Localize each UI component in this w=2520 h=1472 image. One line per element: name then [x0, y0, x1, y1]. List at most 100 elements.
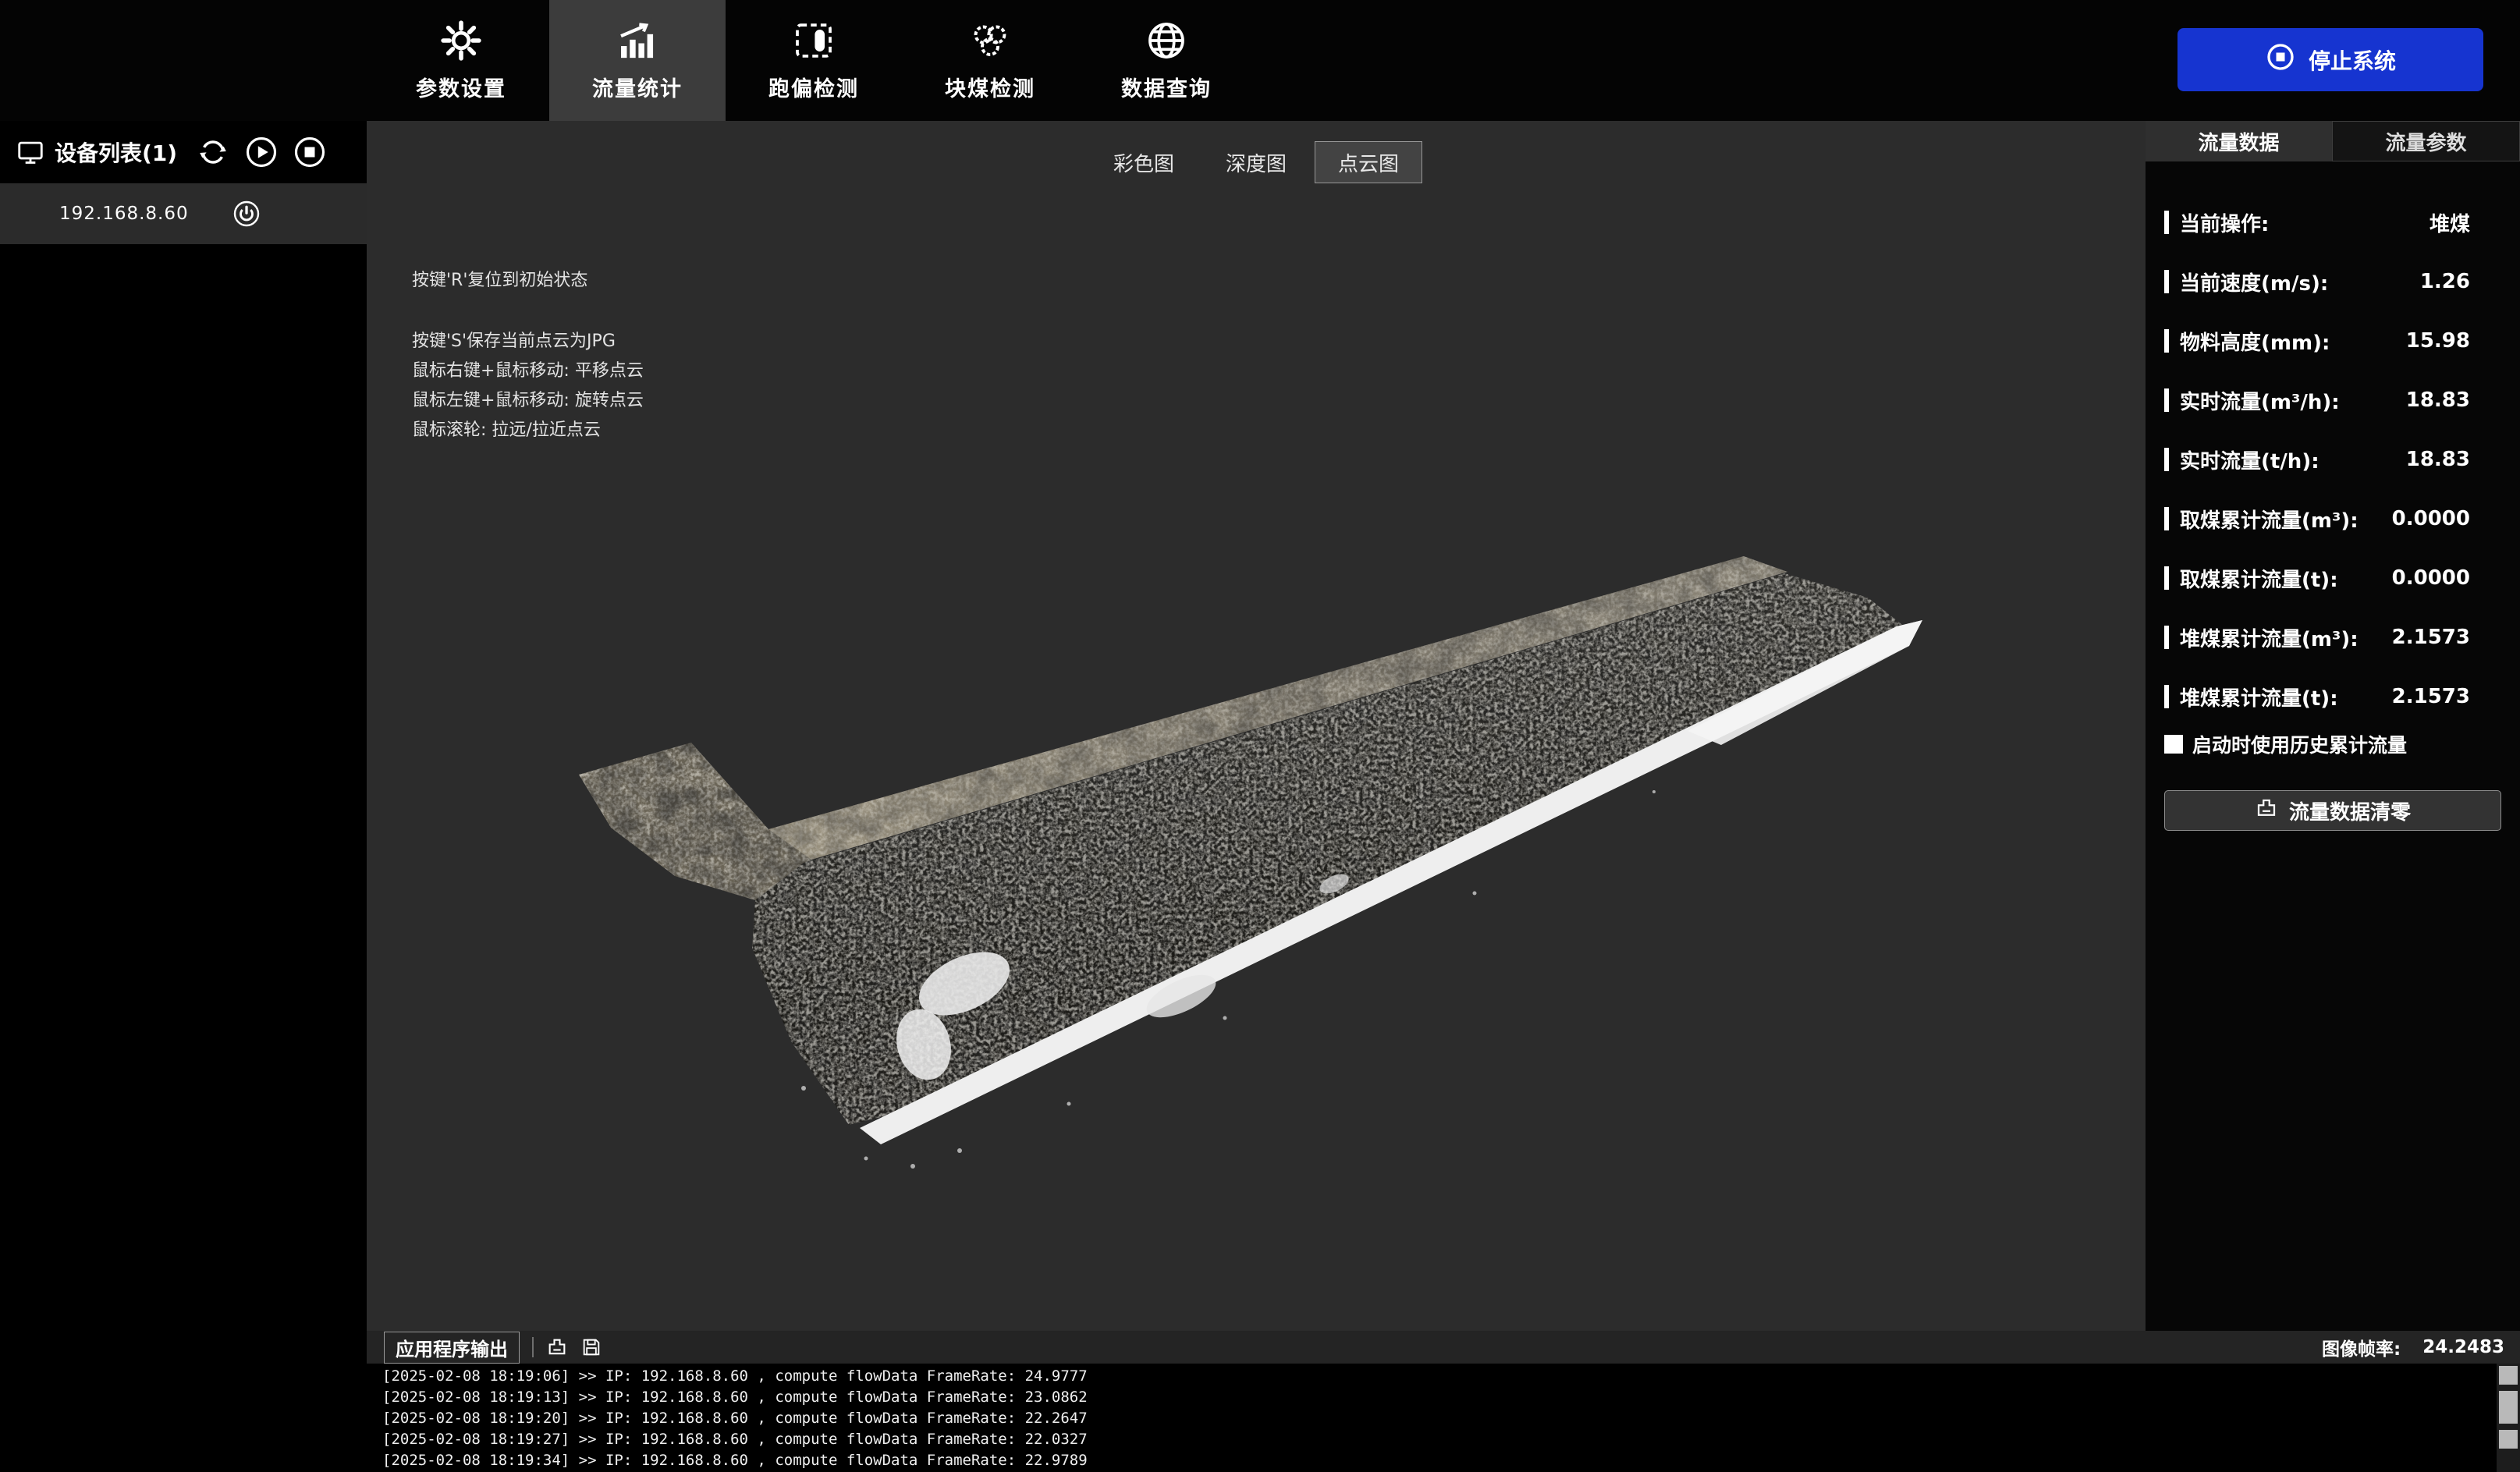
row-accent-bar — [2164, 507, 2169, 530]
stop-circle-icon — [2265, 41, 2296, 78]
scroll-down-button[interactable] — [2499, 1430, 2518, 1449]
row-accent-bar — [2164, 388, 2169, 412]
device-row[interactable]: 192.168.8.60 — [0, 183, 367, 244]
clear-flow-data-button[interactable]: 流量数据清零 — [2164, 790, 2501, 831]
flow-stat-value: 堆煤 — [2429, 208, 2470, 237]
flow-stat-label: 取煤累计流量(t): — [2180, 564, 2338, 593]
flow-stat-value: 18.83 — [2406, 388, 2470, 412]
coal-lumps-icon — [968, 19, 1012, 62]
instruction-line: 鼠标左键+鼠标移动: 旋转点云 — [412, 386, 644, 416]
row-accent-bar — [2164, 685, 2169, 708]
flow-panel: 流量数据 流量参数 当前操作: 堆煤 当前速度(m/s): 1.26 物料高度(… — [2146, 121, 2520, 1331]
row-accent-bar — [2164, 566, 2169, 590]
toolbar-item-parameter-settings[interactable]: 参数设置 — [373, 0, 549, 121]
row-accent-bar — [2164, 329, 2169, 353]
toolbar-item-label: 块煤检测 — [945, 72, 1035, 102]
flow-stat-label: 取煤累计流量(m³): — [2180, 505, 2359, 534]
start-device-icon[interactable] — [245, 136, 278, 168]
log-line: [2025-02-08 18:19:13] >> IP: 192.168.8.6… — [382, 1387, 2520, 1408]
flow-stat-value: 15.98 — [2406, 329, 2470, 353]
instruction-line: 鼠标滚轮: 拉远/拉近点云 — [412, 416, 644, 445]
tab-depth-map[interactable]: 深度图 — [1202, 141, 1310, 183]
log-line: [2025-02-08 18:19:34] >> IP: 192.168.8.6… — [382, 1450, 2520, 1471]
toolbar-item-label: 流量统计 — [592, 72, 683, 102]
flow-stat-row: 取煤累计流量(t): 0.0000 — [2146, 548, 2520, 608]
instruction-line: 按键'S'保存当前点云为JPG — [412, 327, 644, 356]
globe-icon — [1145, 19, 1188, 62]
stop-system-label: 停止系统 — [2309, 44, 2396, 76]
history-flow-checkbox-row[interactable]: 启动时使用历史累计流量 — [2146, 726, 2520, 762]
device-list-icon — [16, 137, 45, 167]
bar-chart-icon — [616, 19, 659, 62]
flow-panel-tabs: 流量数据 流量参数 — [2146, 121, 2520, 161]
flow-stat-row: 堆煤累计流量(m³): 2.1573 — [2146, 608, 2520, 667]
log-scrollbar[interactable] — [2497, 1364, 2520, 1472]
flow-stat-row: 当前速度(m/s): 1.26 — [2146, 252, 2520, 311]
app-output-toggle[interactable]: 应用程序输出 — [384, 1332, 520, 1364]
viewer-area: 彩色图 深度图 点云图 按键'R'复位到初始状态 按键'S'保存当前点云为JPG… — [367, 121, 2146, 1331]
toolbar-buttons: 参数设置 — [373, 0, 1255, 121]
belt-left-fringe — [579, 743, 811, 900]
clear-icon — [2255, 796, 2278, 825]
flow-stat-row: 取煤累计流量(m³): 0.0000 — [2146, 489, 2520, 548]
row-accent-bar — [2164, 270, 2169, 293]
frame-rate-label: 图像帧率: — [2322, 1334, 2401, 1360]
device-list-actions — [197, 136, 326, 168]
tab-flow-params[interactable]: 流量参数 — [2332, 121, 2520, 161]
scroll-up-button[interactable] — [2499, 1366, 2518, 1385]
flow-stat-label: 堆煤累计流量(m³): — [2180, 623, 2359, 652]
flow-stat-value: 1.26 — [2420, 270, 2470, 293]
device-ip: 192.168.8.60 — [59, 204, 189, 224]
deviation-icon — [792, 19, 836, 62]
row-accent-bar — [2164, 211, 2169, 234]
flow-stat-row: 物料高度(mm): 15.98 — [2146, 311, 2520, 371]
refresh-devices-icon[interactable] — [197, 136, 229, 168]
save-log-icon[interactable] — [580, 1336, 602, 1358]
tab-color-map[interactable]: 彩色图 — [1090, 141, 1198, 183]
log-output: [2025-02-08 18:19:06] >> IP: 192.168.8.6… — [367, 1364, 2520, 1472]
scroll-thumb[interactable] — [2499, 1391, 2518, 1424]
device-list-header: 设备列表(1) — [0, 121, 367, 183]
frame-rate: 图像帧率: 24.2483 — [2322, 1334, 2504, 1360]
toolbar-item-label: 数据查询 — [1121, 72, 1212, 102]
clear-log-icon[interactable] — [546, 1336, 568, 1358]
log-line: [2025-02-08 18:19:20] >> IP: 192.168.8.6… — [382, 1408, 2520, 1429]
stop-system-button[interactable]: 停止系统 — [2177, 28, 2483, 91]
flow-stat-label: 实时流量(t/h): — [2180, 445, 2319, 474]
flow-stat-value: 0.0000 — [2392, 566, 2470, 590]
log-line: [2025-02-08 18:19:27] >> IP: 192.168.8.6… — [382, 1429, 2520, 1450]
log-line: [2025-02-08 18:19:06] >> IP: 192.168.8.6… — [382, 1366, 2520, 1387]
toolbar-item-label: 跑偏检测 — [768, 72, 859, 102]
tab-point-cloud[interactable]: 点云图 — [1315, 141, 1422, 183]
flow-stat-row: 实时流量(t/h): 18.83 — [2146, 430, 2520, 489]
checkbox-icon[interactable] — [2164, 735, 2183, 754]
device-sidebar: 设备列表(1) — [0, 121, 367, 1472]
row-accent-bar — [2164, 626, 2169, 649]
power-icon[interactable] — [232, 200, 261, 228]
flow-stat-row: 实时流量(m³/h): 18.83 — [2146, 371, 2520, 430]
flow-stat-row: 当前操作: 堆煤 — [2146, 193, 2520, 252]
gear-icon — [439, 19, 483, 62]
app-window: 参数设置 — [0, 0, 2520, 1472]
flow-stat-label: 物料高度(mm): — [2180, 327, 2330, 356]
toolbar-item-data-query[interactable]: 数据查询 — [1078, 0, 1255, 121]
toolbar-item-flow-statistics[interactable]: 流量统计 — [549, 0, 726, 121]
frame-rate-value: 24.2483 — [2422, 1337, 2504, 1357]
toolbar-item-deviation-detection[interactable]: 跑偏检测 — [726, 0, 902, 121]
top-toolbar: 参数设置 — [0, 0, 2520, 121]
toolbar-item-label: 参数设置 — [416, 72, 506, 102]
flow-stat-value: 2.1573 — [2392, 626, 2470, 649]
view-tabs: 彩色图 深度图 点云图 — [1090, 141, 1422, 183]
toolbar-item-lump-coal-detection[interactable]: 块煤检测 — [902, 0, 1078, 121]
tab-flow-data[interactable]: 流量数据 — [2146, 121, 2332, 161]
device-list-title: 设备列表(1) — [55, 137, 177, 168]
stop-device-icon[interactable] — [293, 136, 326, 168]
clear-button-label: 流量数据清零 — [2289, 796, 2411, 825]
flow-stat-label: 实时流量(m³/h): — [2180, 386, 2340, 415]
flow-stat-value: 2.1573 — [2392, 685, 2470, 708]
instruction-line: 鼠标右键+鼠标移动: 平移点云 — [412, 356, 644, 386]
flow-stat-label: 堆煤累计流量(t): — [2180, 683, 2338, 711]
flow-stat-value: 0.0000 — [2392, 507, 2470, 530]
flow-stat-label: 当前操作: — [2180, 208, 2269, 237]
row-accent-bar — [2164, 448, 2169, 471]
